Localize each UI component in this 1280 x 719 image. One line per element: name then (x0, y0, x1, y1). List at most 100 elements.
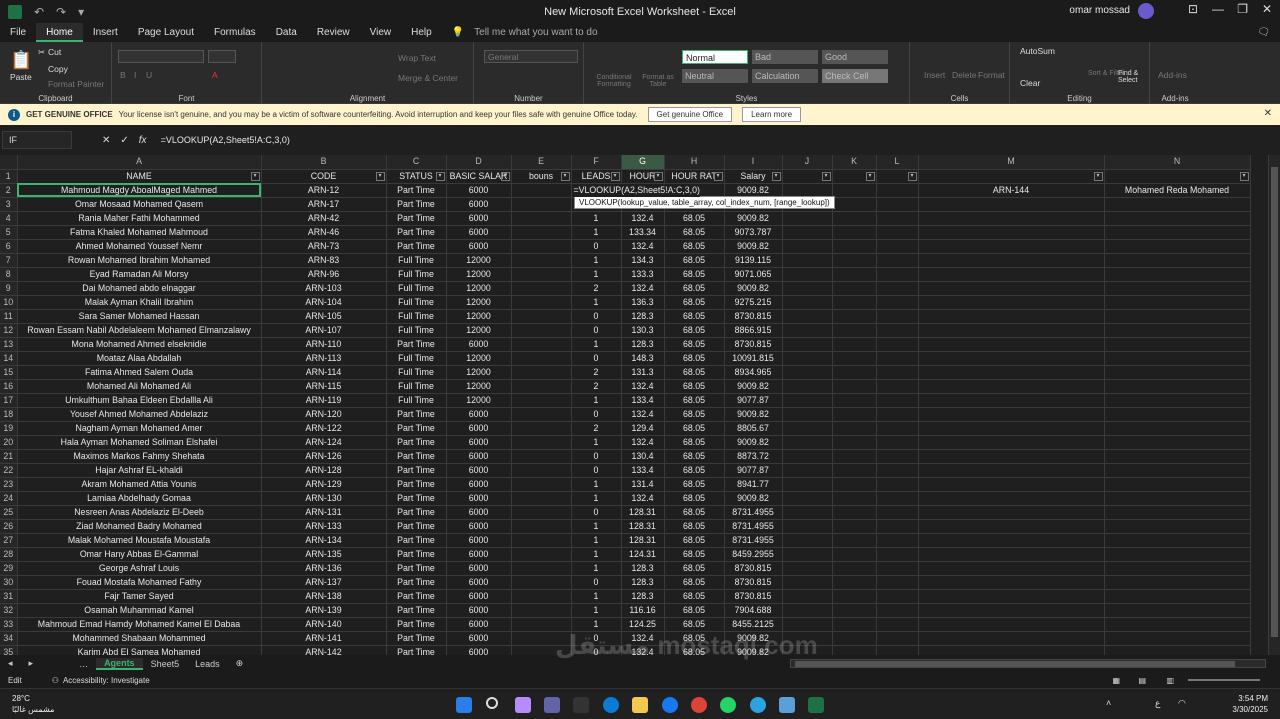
table-cell[interactable]: Mona Mohamed Ahmed elseknidie (17, 337, 262, 352)
table-cell[interactable]: ARN-42 (261, 211, 387, 226)
table-cell[interactable] (1104, 645, 1251, 655)
table-cell[interactable]: 0 (571, 505, 622, 520)
table-cell[interactable] (1104, 281, 1251, 296)
table-cell[interactable]: 68.05 (664, 295, 725, 310)
table-cell[interactable]: Part Time (386, 617, 447, 632)
table-cell[interactable] (782, 225, 833, 240)
delete-cells-button[interactable]: Delete (952, 70, 977, 80)
merge-center-button[interactable]: Merge & Center (398, 73, 458, 83)
table-cell[interactable] (876, 225, 919, 240)
table-cell[interactable] (876, 211, 919, 226)
table-cell[interactable] (832, 211, 877, 226)
copilot-icon[interactable] (515, 697, 531, 713)
table-cell[interactable]: ARN-142 (261, 645, 387, 655)
table-cell[interactable]: ARN-134 (261, 533, 387, 548)
table-cell[interactable] (1104, 575, 1251, 590)
sheet-tab-leads[interactable]: Leads (187, 659, 228, 669)
row-number[interactable]: 16 (0, 379, 18, 394)
table-cell[interactable]: 6000 (446, 645, 512, 655)
table-cell[interactable]: 8941.77 (724, 477, 783, 492)
table-cell[interactable]: 6000 (446, 225, 512, 240)
row-number[interactable]: 6 (0, 239, 18, 254)
table-cell[interactable] (832, 281, 877, 296)
table-cell[interactable] (511, 435, 572, 450)
header-cell[interactable]: ▾ (832, 169, 877, 184)
table-cell[interactable]: Part Time (386, 407, 447, 422)
table-cell[interactable] (782, 435, 833, 450)
table-cell[interactable]: 6000 (446, 449, 512, 464)
table-cell[interactable] (918, 407, 1105, 422)
table-cell[interactable] (1104, 449, 1251, 464)
table-cell[interactable] (782, 351, 833, 366)
table-cell[interactable] (876, 617, 919, 632)
column-header[interactable]: F (571, 155, 622, 170)
table-cell[interactable]: 2 (571, 281, 622, 296)
table-cell[interactable] (782, 449, 833, 464)
paste-icon[interactable]: 📋 (10, 50, 32, 71)
underline-icon[interactable]: U (146, 70, 152, 80)
table-cell[interactable]: Part Time (386, 183, 447, 198)
table-cell[interactable]: Hajar Ashraf EL-khaldi (17, 463, 262, 478)
table-cell[interactable]: 8459.2955 (724, 547, 783, 562)
filter-dropdown-icon[interactable]: ▾ (435, 171, 445, 181)
table-cell[interactable] (1104, 211, 1251, 226)
table-cell[interactable]: 6000 (446, 547, 512, 562)
table-cell[interactable] (782, 323, 833, 338)
table-cell[interactable]: Akram Mohamed Attia Younis (17, 477, 262, 492)
table-cell[interactable] (876, 603, 919, 618)
tab-insert[interactable]: Insert (83, 23, 128, 42)
table-cell[interactable]: Dai Mohamed abdo elnaggar (17, 281, 262, 296)
table-cell[interactable] (1104, 309, 1251, 324)
table-cell[interactable] (511, 617, 572, 632)
clear-button[interactable]: Clear (1020, 78, 1040, 88)
row-number[interactable]: 35 (0, 645, 18, 655)
table-cell[interactable]: ARN-144 (918, 183, 1105, 198)
row-number[interactable]: 15 (0, 365, 18, 380)
table-cell[interactable] (1104, 393, 1251, 408)
table-cell[interactable] (832, 533, 877, 548)
style-normal[interactable]: Normal (682, 50, 748, 64)
table-cell[interactable]: 6000 (446, 183, 512, 198)
table-cell[interactable]: 134.3 (621, 253, 665, 268)
insert-cells-button[interactable]: Insert (924, 70, 945, 80)
scroll-thumb[interactable] (1271, 167, 1278, 637)
table-cell[interactable]: 128.31 (621, 505, 665, 520)
row-number[interactable]: 7 (0, 253, 18, 268)
table-cell[interactable]: 128.31 (621, 519, 665, 534)
table-cell[interactable]: George Ashraf Louis (17, 561, 262, 576)
table-cell[interactable]: Full Time (386, 295, 447, 310)
table-cell[interactable]: 133.3 (621, 267, 665, 282)
table-cell[interactable] (918, 225, 1105, 240)
table-cell[interactable]: 9073.787 (724, 225, 783, 240)
table-cell[interactable]: 6000 (446, 197, 512, 212)
table-cell[interactable]: 128.3 (621, 561, 665, 576)
table-cell[interactable]: ARN-138 (261, 589, 387, 604)
table-cell[interactable] (1104, 477, 1251, 492)
table-cell[interactable]: Ziad Mohamed Badry Mohamed (17, 519, 262, 534)
format-as-table-button[interactable]: Format as Table (638, 74, 678, 88)
table-cell[interactable]: ARN-136 (261, 561, 387, 576)
table-cell[interactable]: Mohamed Ali Mohamed Ali (17, 379, 262, 394)
table-cell[interactable]: Fatima Ahmed Salem Ouda (17, 365, 262, 380)
column-header[interactable]: E (511, 155, 572, 170)
addins-button[interactable]: Add-ins (1158, 70, 1187, 80)
column-header[interactable]: J (782, 155, 833, 170)
table-cell[interactable]: Part Time (386, 239, 447, 254)
table-cell[interactable]: 1 (571, 561, 622, 576)
prev-sheet-icon[interactable]: ◂ (0, 658, 21, 669)
table-cell[interactable] (782, 309, 833, 324)
table-cell[interactable]: Rowan Essam Nabil Abdelaleem Mohamed Elm… (17, 323, 262, 338)
table-cell[interactable]: Fajr Tamer Sayed (17, 589, 262, 604)
customize-qat-icon[interactable]: ▾ (78, 5, 84, 19)
search-icon[interactable] (486, 697, 498, 709)
table-cell[interactable] (876, 533, 919, 548)
comments-icon[interactable]: 🗨 (1257, 27, 1270, 38)
table-cell[interactable] (918, 505, 1105, 520)
table-cell[interactable]: 136.3 (621, 295, 665, 310)
table-cell[interactable] (876, 379, 919, 394)
table-cell[interactable]: 68.05 (664, 337, 725, 352)
table-cell[interactable] (832, 267, 877, 282)
table-cell[interactable]: 6000 (446, 407, 512, 422)
table-cell[interactable]: 68.05 (664, 211, 725, 226)
table-cell[interactable]: 124.31 (621, 547, 665, 562)
